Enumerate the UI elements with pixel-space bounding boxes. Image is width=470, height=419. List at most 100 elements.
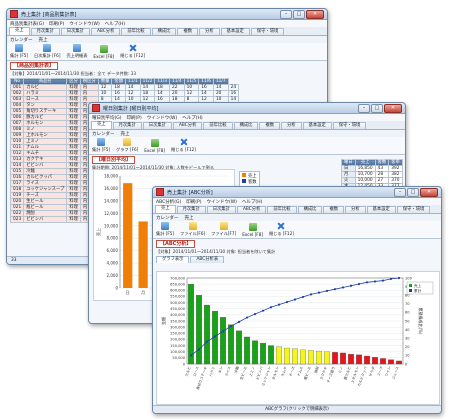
bar[interactable] [244, 336, 250, 365]
close-button[interactable]: ✕ [384, 103, 402, 113]
cumulative-point[interactable] [213, 335, 217, 338]
ribbon-tab-label[interactable]: 売上 [39, 37, 48, 43]
minimize-button[interactable]: – [394, 187, 406, 197]
tab-analysis[interactable]: 分析 [281, 122, 302, 129]
bar[interactable] [236, 330, 242, 365]
menu-item[interactable]: ウインドウ(W) [206, 199, 236, 205]
bar[interactable] [388, 359, 394, 365]
minimize-button[interactable]: – [358, 103, 370, 113]
cumulative-point[interactable] [221, 330, 225, 333]
tab-abc[interactable]: ABC分析 [236, 206, 267, 213]
menu-item[interactable]: 曜日別平均(G) [92, 115, 122, 121]
tab-analysis[interactable]: 分析 [199, 28, 220, 35]
menu-item[interactable]: ウインドウ(W) [147, 115, 177, 121]
cumulative-point[interactable] [237, 320, 241, 323]
bar[interactable] [308, 350, 314, 365]
menu-item[interactable]: ABC分析(G) [156, 199, 181, 205]
tab-abc-table[interactable]: ABC分析表 [190, 256, 225, 263]
bar[interactable] [196, 295, 202, 365]
tab-abc[interactable]: ABC分析 [172, 122, 203, 129]
bar[interactable] [380, 358, 386, 365]
tab-maintenance[interactable]: 保守・環境 [332, 122, 367, 129]
bar[interactable] [364, 355, 370, 365]
column-header[interactable]: 11/1 [125, 78, 141, 85]
bar[interactable] [340, 352, 346, 365]
menu-item[interactable]: ヘルプ(H) [182, 115, 202, 121]
tab-maintenance[interactable]: 保守・環境 [250, 28, 285, 35]
tab-multi[interactable]: 複数 [323, 206, 345, 213]
tab-ratio[interactable]: 構成比 [233, 122, 259, 129]
bar[interactable] [138, 221, 148, 288]
bar[interactable] [332, 352, 338, 365]
aggregate-button[interactable]: 集計 [F5] [156, 222, 174, 237]
menu-item[interactable]: 印刷(P) [186, 199, 201, 205]
excel-button[interactable]: Excel [F8] [144, 138, 165, 153]
maximize-button[interactable]: □ [371, 103, 383, 113]
calendar-label[interactable]: カレンダー [156, 215, 179, 221]
close-window-button[interactable]: 閉じる [F12] [171, 138, 196, 153]
cumulative-point[interactable] [317, 291, 321, 294]
cumulative-point[interactable] [253, 313, 257, 316]
maximize-button[interactable]: □ [293, 9, 305, 19]
tab-ratio[interactable]: 構成比 [151, 28, 177, 35]
maximize-button[interactable]: □ [407, 187, 419, 197]
column-header[interactable]: 税区分 [79, 78, 99, 85]
close-window-button[interactable]: 閉じる [F12] [120, 44, 145, 59]
menu-item[interactable]: ヘルプ(H) [105, 21, 125, 27]
file-f6-button[interactable]: ファイル[F6] [180, 222, 205, 237]
bar[interactable] [260, 342, 266, 365]
tab-monthly[interactable]: 月次集計 [30, 28, 60, 35]
tab-ratio[interactable]: 構成比 [297, 206, 323, 213]
menu-item[interactable]: 印刷(P) [49, 21, 64, 27]
cumulative-point[interactable] [349, 284, 353, 287]
bar[interactable] [316, 350, 322, 365]
bar[interactable] [228, 324, 234, 365]
tab-maintenance[interactable]: 保守・環境 [396, 206, 431, 213]
cumulative-point[interactable] [245, 316, 249, 319]
tab-settings[interactable]: 基本設定 [220, 28, 250, 35]
bar[interactable] [188, 283, 194, 365]
cumulative-point[interactable] [197, 348, 201, 351]
bar[interactable] [372, 357, 378, 365]
cumulative-point[interactable] [357, 282, 361, 286]
calendar-label[interactable]: カレンダー [10, 37, 33, 43]
bar[interactable] [268, 345, 274, 365]
bar[interactable] [284, 347, 290, 365]
tab-daily[interactable]: 日次集計 [60, 28, 90, 35]
aggregate-button[interactable]: 集計 [F5] [92, 138, 110, 153]
tab-sales[interactable]: 売上 [155, 205, 176, 213]
cumulative-point[interactable] [325, 289, 329, 292]
bar[interactable] [123, 183, 133, 288]
tab-monthly[interactable]: 月次集計 [112, 122, 142, 129]
aggregate-button[interactable]: 集計 [F5] [10, 44, 28, 59]
bar[interactable] [348, 354, 354, 365]
cumulative-point[interactable] [389, 277, 393, 280]
tab-daily[interactable]: 日次集計 [142, 122, 172, 129]
daily-aggregate-button[interactable]: 日次集計 [F6] [34, 44, 60, 59]
tab-prev-year[interactable]: 前年比較 [203, 122, 233, 129]
bar[interactable] [300, 349, 306, 365]
bar[interactable] [220, 317, 226, 365]
ribbon-tab-label[interactable]: 売上 [121, 131, 130, 137]
tab-prev-year[interactable]: 前年比較 [121, 28, 151, 35]
menu-item[interactable]: 商品別集計表(G) [10, 21, 44, 27]
tab-daily[interactable]: 日次集計 [206, 206, 236, 213]
cumulative-point[interactable] [285, 300, 289, 304]
cumulative-point[interactable] [373, 280, 377, 283]
cumulative-point[interactable] [229, 325, 233, 328]
cumulative-point[interactable] [397, 276, 401, 280]
cumulative-point[interactable] [277, 303, 281, 306]
calendar-label[interactable]: カレンダー [92, 131, 115, 137]
tab-sales[interactable]: 売上 [9, 27, 30, 35]
cumulative-point[interactable] [205, 340, 209, 343]
ribbon-tab-label[interactable]: 売上 [185, 215, 194, 221]
menu-item[interactable]: ヘルプ(H) [242, 199, 262, 205]
cumulative-point[interactable] [269, 306, 273, 309]
menu-item[interactable]: ウインドウ(W) [69, 21, 99, 27]
tab-abc[interactable]: ABC分析 [90, 28, 121, 35]
minimize-button[interactable]: – [280, 9, 292, 19]
cumulative-point[interactable] [261, 309, 265, 312]
bar[interactable] [252, 340, 258, 365]
tab-multi[interactable]: 複数 [177, 28, 199, 35]
cumulative-point[interactable] [301, 295, 305, 299]
